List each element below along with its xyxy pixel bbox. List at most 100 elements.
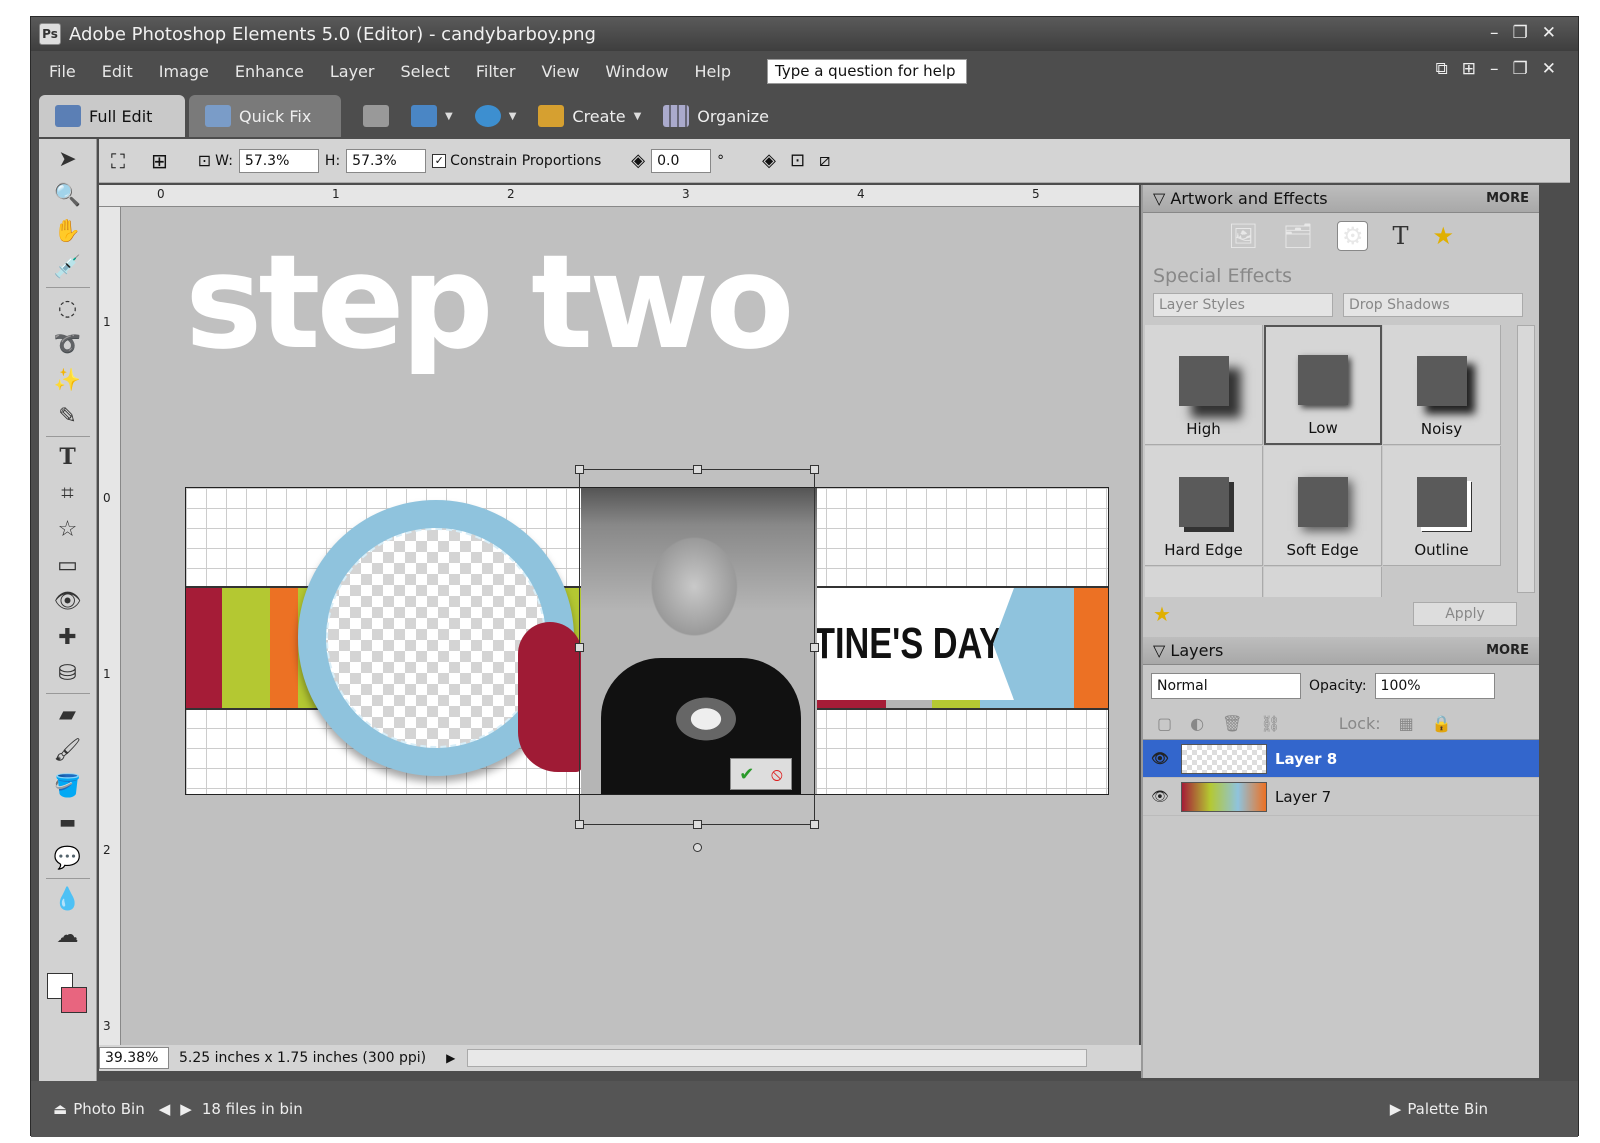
- eyedropper-tool-icon[interactable]: 💉: [48, 251, 88, 283]
- print-button[interactable]: [363, 95, 389, 137]
- reference-point-icon[interactable]: ⊞: [151, 149, 168, 173]
- menu-layer[interactable]: Layer: [330, 62, 375, 81]
- status-menu-arrow-icon[interactable]: ▶: [446, 1051, 455, 1065]
- palette-bin-button[interactable]: Palette Bin: [1407, 1100, 1488, 1118]
- share-button[interactable]: ▼: [411, 95, 453, 137]
- effect-low[interactable]: Low: [1264, 325, 1382, 445]
- minimize-icon[interactable]: –: [1490, 23, 1499, 43]
- effect-outline[interactable]: Outline: [1383, 446, 1501, 566]
- background-color-swatch[interactable]: [60, 987, 87, 1013]
- transform-handle[interactable]: [810, 465, 819, 474]
- lock-icon[interactable]: 🔒: [1432, 714, 1452, 733]
- doc-restore-icon[interactable]: ❐: [1513, 59, 1528, 79]
- transform-handle[interactable]: [810, 820, 819, 829]
- doc-close-icon[interactable]: ✕: [1542, 59, 1556, 79]
- artwork-more-button[interactable]: MORE: [1486, 191, 1529, 206]
- link-icon[interactable]: ⛓: [1260, 714, 1280, 733]
- cookie-cutter-tool-icon[interactable]: ☆: [48, 513, 88, 545]
- gradient-tool-icon[interactable]: ▬: [48, 806, 88, 838]
- clone-stamp-tool-icon[interactable]: ⛁: [48, 657, 88, 689]
- tab-quick-fix[interactable]: Quick Fix: [189, 95, 341, 137]
- opacity-input[interactable]: 100%: [1374, 673, 1495, 699]
- create-button[interactable]: Create ▼: [538, 95, 641, 137]
- zoom-tool-icon[interactable]: 🔍: [48, 179, 88, 211]
- effect-more-2[interactable]: [1264, 567, 1382, 597]
- transform-handle[interactable]: [810, 643, 819, 652]
- visibility-eye-icon[interactable]: 👁: [1151, 751, 1177, 767]
- frames-icon[interactable]: 🗂: [1282, 222, 1312, 250]
- menu-file[interactable]: File: [49, 62, 76, 81]
- apply-button[interactable]: Apply: [1413, 602, 1517, 626]
- skew-icon[interactable]: ◈: [762, 150, 776, 171]
- grid-icon[interactable]: ⊞: [1462, 59, 1476, 79]
- collapse-icon[interactable]: ▽: [1153, 641, 1165, 660]
- effect-more-1[interactable]: [1145, 567, 1263, 597]
- adjustment-layer-icon[interactable]: ◐: [1190, 714, 1204, 733]
- drop-shadows-dropdown[interactable]: Drop Shadows: [1343, 293, 1523, 317]
- shape-tool-icon[interactable]: 💬: [48, 842, 88, 874]
- close-icon[interactable]: ✕: [1542, 23, 1556, 43]
- transform-bounding-box[interactable]: [575, 465, 819, 852]
- add-favorite-star-icon[interactable]: ★: [1153, 602, 1171, 626]
- visibility-eye-icon[interactable]: 👁: [1151, 789, 1177, 805]
- sponge-tool-icon[interactable]: ☁: [48, 919, 88, 951]
- photo-bin-button[interactable]: Photo Bin: [73, 1100, 145, 1118]
- collapse-icon[interactable]: ▽: [1153, 189, 1165, 208]
- layer-row-layer-8[interactable]: 👁 Layer 8: [1143, 740, 1539, 778]
- tab-full-edit[interactable]: Full Edit: [39, 95, 185, 137]
- backgrounds-icon[interactable]: 🖼: [1228, 222, 1258, 250]
- transform-handle[interactable]: [575, 465, 584, 474]
- layer-styles-dropdown[interactable]: Layer Styles: [1153, 293, 1333, 317]
- effects-icon[interactable]: ⚙: [1336, 221, 1369, 251]
- menu-edit[interactable]: Edit: [102, 62, 133, 81]
- eraser-tool-icon[interactable]: ▰: [48, 698, 88, 730]
- menu-help[interactable]: Help: [695, 62, 731, 81]
- palette-bin-toggle-icon[interactable]: ▶: [1390, 1100, 1402, 1118]
- photo-bin-toggle-icon[interactable]: ⏏: [53, 1100, 67, 1118]
- marquee-tool-icon[interactable]: ◌: [48, 292, 88, 324]
- help-search-input[interactable]: Type a question for help: [767, 58, 967, 84]
- organize-button[interactable]: Organize: [663, 95, 769, 137]
- brush-tool-icon[interactable]: 🖌: [48, 734, 88, 766]
- straighten-tool-icon[interactable]: ▭: [48, 549, 88, 581]
- transform-icon[interactable]: ⛶: [111, 149, 125, 173]
- rotate-handle[interactable]: [693, 843, 702, 852]
- crop-tool-icon[interactable]: ⌗: [48, 477, 88, 509]
- trash-icon[interactable]: 🗑: [1222, 714, 1242, 733]
- selection-brush-tool-icon[interactable]: ✎: [48, 400, 88, 432]
- transform-handle[interactable]: [575, 820, 584, 829]
- height-input[interactable]: 57.3%: [346, 148, 427, 173]
- favorites-star-icon[interactable]: ★: [1432, 222, 1454, 250]
- menu-enhance[interactable]: Enhance: [235, 62, 304, 81]
- healing-brush-tool-icon[interactable]: ✚: [48, 621, 88, 653]
- rotate-input[interactable]: 0.0: [651, 148, 712, 173]
- previous-photo-icon[interactable]: ◀: [159, 1100, 171, 1118]
- menu-filter[interactable]: Filter: [476, 62, 516, 81]
- effects-scrollbar[interactable]: [1517, 325, 1535, 593]
- blur-tool-icon[interactable]: 💧: [48, 883, 88, 915]
- lock-transparency-icon[interactable]: ▦: [1399, 714, 1414, 733]
- menu-image[interactable]: Image: [159, 62, 209, 81]
- paint-bucket-tool-icon[interactable]: 🪣: [48, 770, 88, 802]
- restore-icon[interactable]: ❐: [1513, 23, 1528, 43]
- color-swatches[interactable]: [43, 969, 93, 1019]
- doc-minimize-icon[interactable]: –: [1490, 59, 1499, 79]
- layer-row-layer-7[interactable]: 👁 Layer 7: [1143, 778, 1539, 816]
- width-input[interactable]: 57.3%: [238, 148, 319, 173]
- new-layer-icon[interactable]: ▢: [1157, 714, 1172, 733]
- canvas-horizontal-scrollbar[interactable]: [467, 1049, 1088, 1067]
- menu-window[interactable]: Window: [605, 62, 668, 81]
- text-icon[interactable]: T: [1392, 222, 1408, 250]
- blend-mode-select[interactable]: Normal: [1151, 673, 1301, 699]
- email-button[interactable]: ▼: [474, 95, 516, 137]
- layers-panel-header[interactable]: ▽ Layers MORE: [1143, 637, 1539, 665]
- canvas-area[interactable]: 0 1 2 3 4 5 1 0 1 2 3 step two TINE'S DA…: [99, 185, 1139, 1045]
- zoom-level-field[interactable]: 39.38%: [99, 1047, 169, 1069]
- move-tool-icon[interactable]: ➤: [48, 143, 88, 175]
- effect-high[interactable]: High: [1145, 325, 1263, 445]
- lasso-tool-icon[interactable]: ➰: [48, 328, 88, 360]
- magic-wand-tool-icon[interactable]: ✨: [48, 364, 88, 396]
- perspective-icon[interactable]: ⧄: [819, 150, 830, 171]
- transform-handle[interactable]: [575, 643, 584, 652]
- layers-more-button[interactable]: MORE: [1486, 643, 1529, 658]
